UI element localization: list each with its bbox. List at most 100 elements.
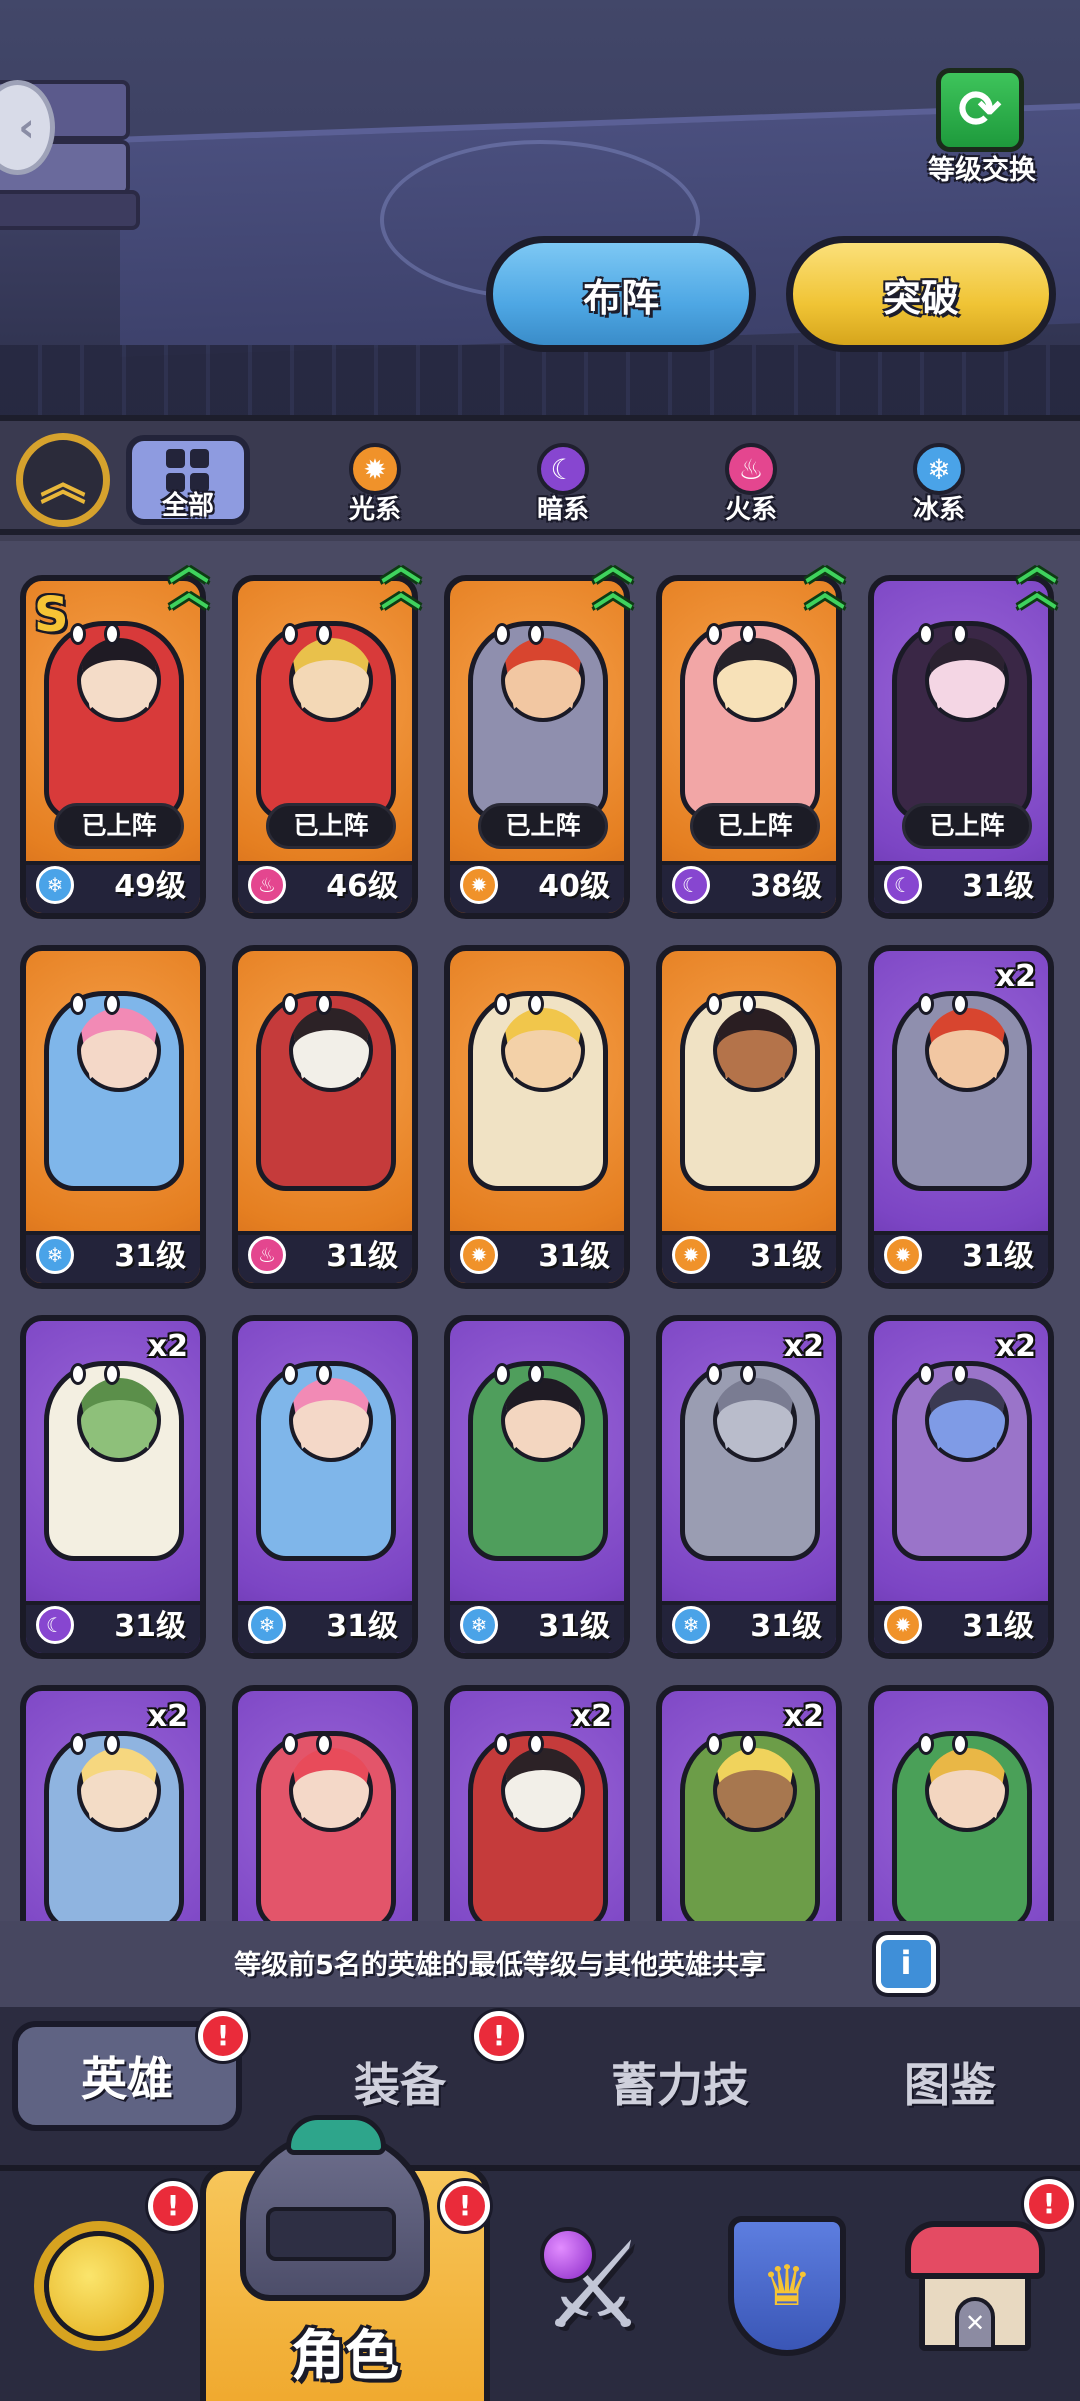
banner-stripe <box>0 345 1080 415</box>
level-bar: ❄ 31级 <box>238 1601 412 1653</box>
hero-card[interactable]: 已上阵 ♨ 46级 <box>232 575 418 919</box>
hero-card[interactable]: x2 ✹ 31级 <box>868 1315 1054 1659</box>
hero-portrait <box>44 621 184 821</box>
info-strip: 等级前5名的英雄的最低等级与其他英雄共享 i <box>0 1921 1080 2007</box>
hero-card[interactable] <box>868 1685 1054 1921</box>
nav-character-label: 角色 <box>291 2324 399 2387</box>
level-bar: ❄ 31级 <box>26 1231 200 1283</box>
home-icon: ✕ <box>905 2221 1045 2351</box>
hero-card[interactable]: 已上阵 ☾ 31级 <box>868 575 1054 919</box>
filter-ice-element[interactable]: ❄ 冰系 <box>884 443 994 526</box>
upgrade-available-icon: ︿ ︿ <box>805 543 845 615</box>
hero-card[interactable]: x2 <box>656 1685 842 1921</box>
hero-level: 31级 <box>750 1239 822 1274</box>
hero-portrait <box>680 1361 820 1561</box>
level-bar: ✹ 31级 <box>874 1231 1048 1283</box>
double-chevron-up-icon: ︽ <box>40 456 86 510</box>
hero-card[interactable]: x2 <box>444 1685 630 1921</box>
hero-portrait <box>892 621 1032 821</box>
ice-element-icon: ❄ <box>36 1236 74 1274</box>
duplicate-count: x2 <box>995 959 1036 994</box>
hero-card[interactable]: S已上阵★❄49级 <box>20 575 206 919</box>
level-bar: ❄ 31级 <box>450 1601 624 1653</box>
hero-level: 49级 <box>114 869 186 904</box>
nav-home[interactable]: ✕ <box>890 2201 1060 2371</box>
light-element-icon: ✹ <box>884 1606 922 1644</box>
filter-all-button[interactable]: 全部 <box>126 435 250 525</box>
dark-element-icon: ☾ <box>884 866 922 904</box>
formation-button[interactable]: 布阵 <box>486 236 756 352</box>
hero-card[interactable]: ♨ 31级 <box>232 945 418 1289</box>
level-bar: ☾ 38级 <box>662 861 836 913</box>
hero-card[interactable]: ❄ 31级 <box>444 1315 630 1659</box>
light-element-icon: ✹ <box>884 1236 922 1274</box>
bottom-nav: ! 角色 ! ⚔ ♛ ✕ ! <box>0 2115 1080 2401</box>
hero-portrait <box>680 1731 820 1921</box>
nav-magic-sword[interactable]: ⚔ <box>508 2201 678 2371</box>
hero-portrait <box>468 621 608 821</box>
hero-card[interactable]: x2 ❄ 31级 <box>656 1315 842 1659</box>
ice-element-icon: ❄ <box>913 443 965 495</box>
filter-fire-element[interactable]: ♨ 火系 <box>696 443 806 526</box>
notification-badge: ! <box>440 2181 490 2231</box>
hero-level: 31级 <box>962 1239 1034 1274</box>
notification-badge: ! <box>148 2181 198 2231</box>
hero-card[interactable]: x2 ☾ 31级 <box>20 1315 206 1659</box>
deployed-badge: 已上阵 <box>690 803 820 849</box>
light-element-icon: ✹ <box>349 443 401 495</box>
notification-badge: ! <box>474 2011 524 2061</box>
duplicate-count: x2 <box>783 1329 824 1364</box>
notification-badge: ! <box>1024 2179 1074 2229</box>
hero-card[interactable]: ✹ 31级 <box>656 945 842 1289</box>
swap-icon: ⟳ <box>958 80 1002 140</box>
level-bar: ✹ 31级 <box>874 1601 1048 1653</box>
upgrade-available-icon: ︿ ︿ <box>1017 543 1057 615</box>
tab-charge-skill[interactable]: 蓄力技 <box>570 2027 790 2137</box>
hero-level: 31级 <box>962 869 1034 904</box>
filter-dark-element[interactable]: ☾ 暗系 <box>508 443 618 526</box>
tab-codex[interactable]: 图鉴 <box>850 2027 1050 2137</box>
level-bar: ✹ 31级 <box>450 1231 624 1283</box>
filter-all-label: 全部 <box>161 491 214 521</box>
hero-card[interactable]: ✹ 31级 <box>444 945 630 1289</box>
hero-card[interactable]: x2 ✹ 31级 <box>868 945 1054 1289</box>
magic-orb-icon <box>540 2227 596 2283</box>
level-bar: ✹ 31级 <box>662 1231 836 1283</box>
helmet-icon <box>240 2115 430 2301</box>
book <box>0 190 140 230</box>
dark-element-icon: ☾ <box>36 1606 74 1644</box>
hero-portrait <box>256 1361 396 1561</box>
duplicate-count: x2 <box>147 1699 188 1734</box>
level-bar: ☾ 31级 <box>874 861 1048 913</box>
hero-level: 46级 <box>326 869 398 904</box>
duplicate-count: x2 <box>995 1329 1036 1364</box>
hero-level: 40级 <box>538 869 610 904</box>
light-element-icon: ✹ <box>460 1236 498 1274</box>
filter-label: 冰系 <box>912 495 965 525</box>
upgrade-available-icon: ︿ ︿ <box>381 543 421 615</box>
hero-card[interactable]: ❄ 31级 <box>20 945 206 1289</box>
deployed-badge: 已上阵 <box>266 803 396 849</box>
ice-element-icon: ❄ <box>36 866 74 904</box>
hero-card[interactable]: x2 <box>20 1685 206 1921</box>
breakthrough-button[interactable]: 突破 <box>786 236 1056 352</box>
hero-card[interactable] <box>232 1685 418 1921</box>
info-button[interactable]: i <box>876 1935 936 1993</box>
duplicate-count: x2 <box>147 1329 188 1364</box>
deployed-badge: 已上阵 <box>54 803 184 849</box>
filter-label: 火系 <box>724 495 777 525</box>
light-element-icon: ✹ <box>460 866 498 904</box>
hero-card[interactable]: 已上阵 ☾ 38级 <box>656 575 842 919</box>
hero-level: 38级 <box>750 869 822 904</box>
level-swap-button[interactable]: ⟳ <box>936 68 1024 152</box>
filter-light-element[interactable]: ✹ 光系 <box>320 443 430 526</box>
level-bar: ✹ 40级 <box>450 861 624 913</box>
hero-grid: S已上阵★❄49级︿︿已上阵♨46级︿︿已上阵✹40级︿︿已上阵☾38级︿︿已上… <box>0 541 1080 1921</box>
ice-element-icon: ❄ <box>460 1606 498 1644</box>
hero-card[interactable]: ❄ 31级 <box>232 1315 418 1659</box>
nav-guild[interactable]: ♛ <box>702 2201 872 2371</box>
hero-card[interactable]: 已上阵 ✹ 40级 <box>444 575 630 919</box>
hero-portrait <box>680 621 820 821</box>
collapse-button[interactable]: ︽ <box>16 433 110 527</box>
tab-label: 图鉴 <box>904 2058 996 2112</box>
